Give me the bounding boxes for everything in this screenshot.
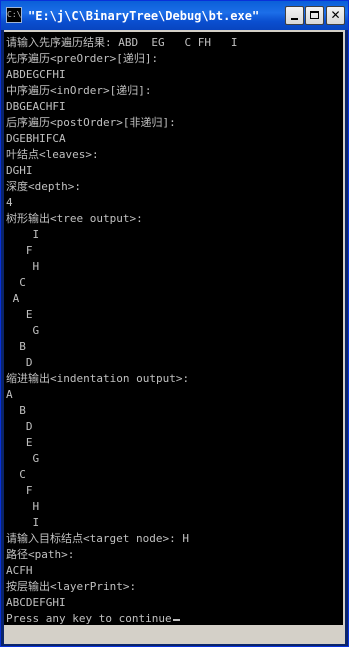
console-line-text: 请输入目标结点<target node>: H — [6, 532, 189, 545]
close-icon: ✕ — [330, 8, 341, 22]
console-line-text: ACFH — [6, 564, 33, 577]
console-line: 请输入目标结点<target node>: H — [6, 531, 237, 547]
console-line: I — [6, 515, 237, 531]
console-line-text: 路径<path>: — [6, 548, 75, 561]
console-lines: 请输入先序遍历结果: ABD EG C FH I 先序遍历<preOrder>[递… — [6, 35, 237, 625]
console-line: 请输入先序遍历结果: ABD EG C FH I — [6, 35, 237, 51]
console-line: E — [6, 435, 237, 451]
console-line: G — [6, 451, 237, 467]
console-line: DGHI — [6, 163, 237, 179]
window-title: "E:\j\C\BinaryTree\Debug\bt.exe" — [28, 9, 260, 23]
bottom-frame — [4, 627, 345, 643]
console-line-text: 先序遍历<preOrder>[递归]: — [6, 52, 159, 65]
console-line-text: 缩进输出<indentation output>: — [6, 372, 190, 385]
console-line-text: G — [6, 324, 40, 337]
console-line-text: 请输入先序遍历结果: ABD EG C FH I — [6, 36, 238, 49]
console-line-text: A — [6, 388, 13, 401]
console-line: DBGEACHFI — [6, 99, 237, 115]
console-line-text: D — [6, 420, 33, 433]
console-app-icon[interactable]: C:\ — [6, 7, 22, 23]
console-line: ACFH — [6, 563, 237, 579]
console-line: B — [6, 339, 237, 355]
console-line-text: H — [6, 500, 40, 513]
console-line: ABDEGCFHI — [6, 67, 237, 83]
console-line: A — [6, 387, 237, 403]
console-line-text: F — [6, 244, 33, 257]
console-line: I — [6, 227, 237, 243]
console-line-text: DBGEACHFI — [6, 100, 66, 113]
console-line-text: DGEBHIFCA — [6, 132, 66, 145]
console-line: C — [6, 275, 237, 291]
console-line: F — [6, 483, 237, 499]
console-line-text: I — [6, 228, 40, 241]
console-line-text: E — [6, 436, 33, 449]
console-line: 叶结点<leaves>: — [6, 147, 237, 163]
console-line: 深度<depth>: — [6, 179, 237, 195]
console-line-text: I — [6, 516, 40, 529]
console-line: E — [6, 307, 237, 323]
console-line: 按层输出<layerPrint>: — [6, 579, 237, 595]
console-line: Press any key to continue — [6, 611, 237, 625]
console-line: 路径<path>: — [6, 547, 237, 563]
title-bar[interactable]: C:\ "E:\j\C\BinaryTree\Debug\bt.exe" ✕ — [1, 1, 348, 30]
console-line: 中序遍历<inOrder>[递归]: — [6, 83, 237, 99]
console-line-text: 4 — [6, 196, 13, 209]
console-line-text: 深度<depth>: — [6, 180, 81, 193]
console-line: 缩进输出<indentation output>: — [6, 371, 237, 387]
console-line: DGEBHIFCA — [6, 131, 237, 147]
console-line-text: H — [6, 260, 40, 273]
console-line: 树形输出<tree output>: — [6, 211, 237, 227]
console-output[interactable]: 请输入先序遍历结果: ABD EG C FH I 先序遍历<preOrder>[递… — [4, 32, 343, 625]
console-line-text: E — [6, 308, 33, 321]
console-line: D — [6, 419, 237, 435]
console-line-text: ABDEGCFHI — [6, 68, 66, 81]
console-line-text: 后序遍历<postOrder>[非递归]: — [6, 116, 176, 129]
console-line-text: G — [6, 452, 40, 465]
console-line-text: 中序遍历<inOrder>[递归]: — [6, 84, 152, 97]
console-line-text: C — [6, 468, 26, 481]
console-line: C — [6, 467, 237, 483]
close-button[interactable]: ✕ — [326, 6, 345, 25]
console-line-text: C — [6, 276, 26, 289]
console-line-text: 叶结点<leaves>: — [6, 148, 99, 161]
maximize-button[interactable] — [305, 6, 324, 25]
console-line: B — [6, 403, 237, 419]
console-line-text: B — [6, 404, 26, 417]
console-line-text: F — [6, 484, 33, 497]
console-line-text: 树形输出<tree output>: — [6, 212, 143, 225]
console-line: ABCDEFGHI — [6, 595, 237, 611]
console-line: D — [6, 355, 237, 371]
console-line-text: ABCDEFGHI — [6, 596, 66, 609]
console-line-text: D — [6, 356, 33, 369]
console-line: H — [6, 499, 237, 515]
console-line-text: 按层输出<layerPrint>: — [6, 580, 137, 593]
console-line: G — [6, 323, 237, 339]
console-line-text: B — [6, 340, 26, 353]
console-line: H — [6, 259, 237, 275]
console-line: 先序遍历<preOrder>[递归]: — [6, 51, 237, 67]
console-line: 4 — [6, 195, 237, 211]
console-line: F — [6, 243, 237, 259]
text-cursor — [172, 619, 180, 621]
minimize-icon — [291, 18, 298, 20]
console-line: 后序遍历<postOrder>[非递归]: — [6, 115, 237, 131]
console-line-text: Press any key to continue — [6, 612, 172, 625]
console-line: A — [6, 291, 237, 307]
maximize-icon — [310, 11, 319, 19]
console-line-text: DGHI — [6, 164, 33, 177]
console-line-text: A — [6, 292, 20, 305]
minimize-button[interactable] — [285, 6, 304, 25]
console-window: C:\ "E:\j\C\BinaryTree\Debug\bt.exe" ✕ 请… — [0, 0, 349, 647]
